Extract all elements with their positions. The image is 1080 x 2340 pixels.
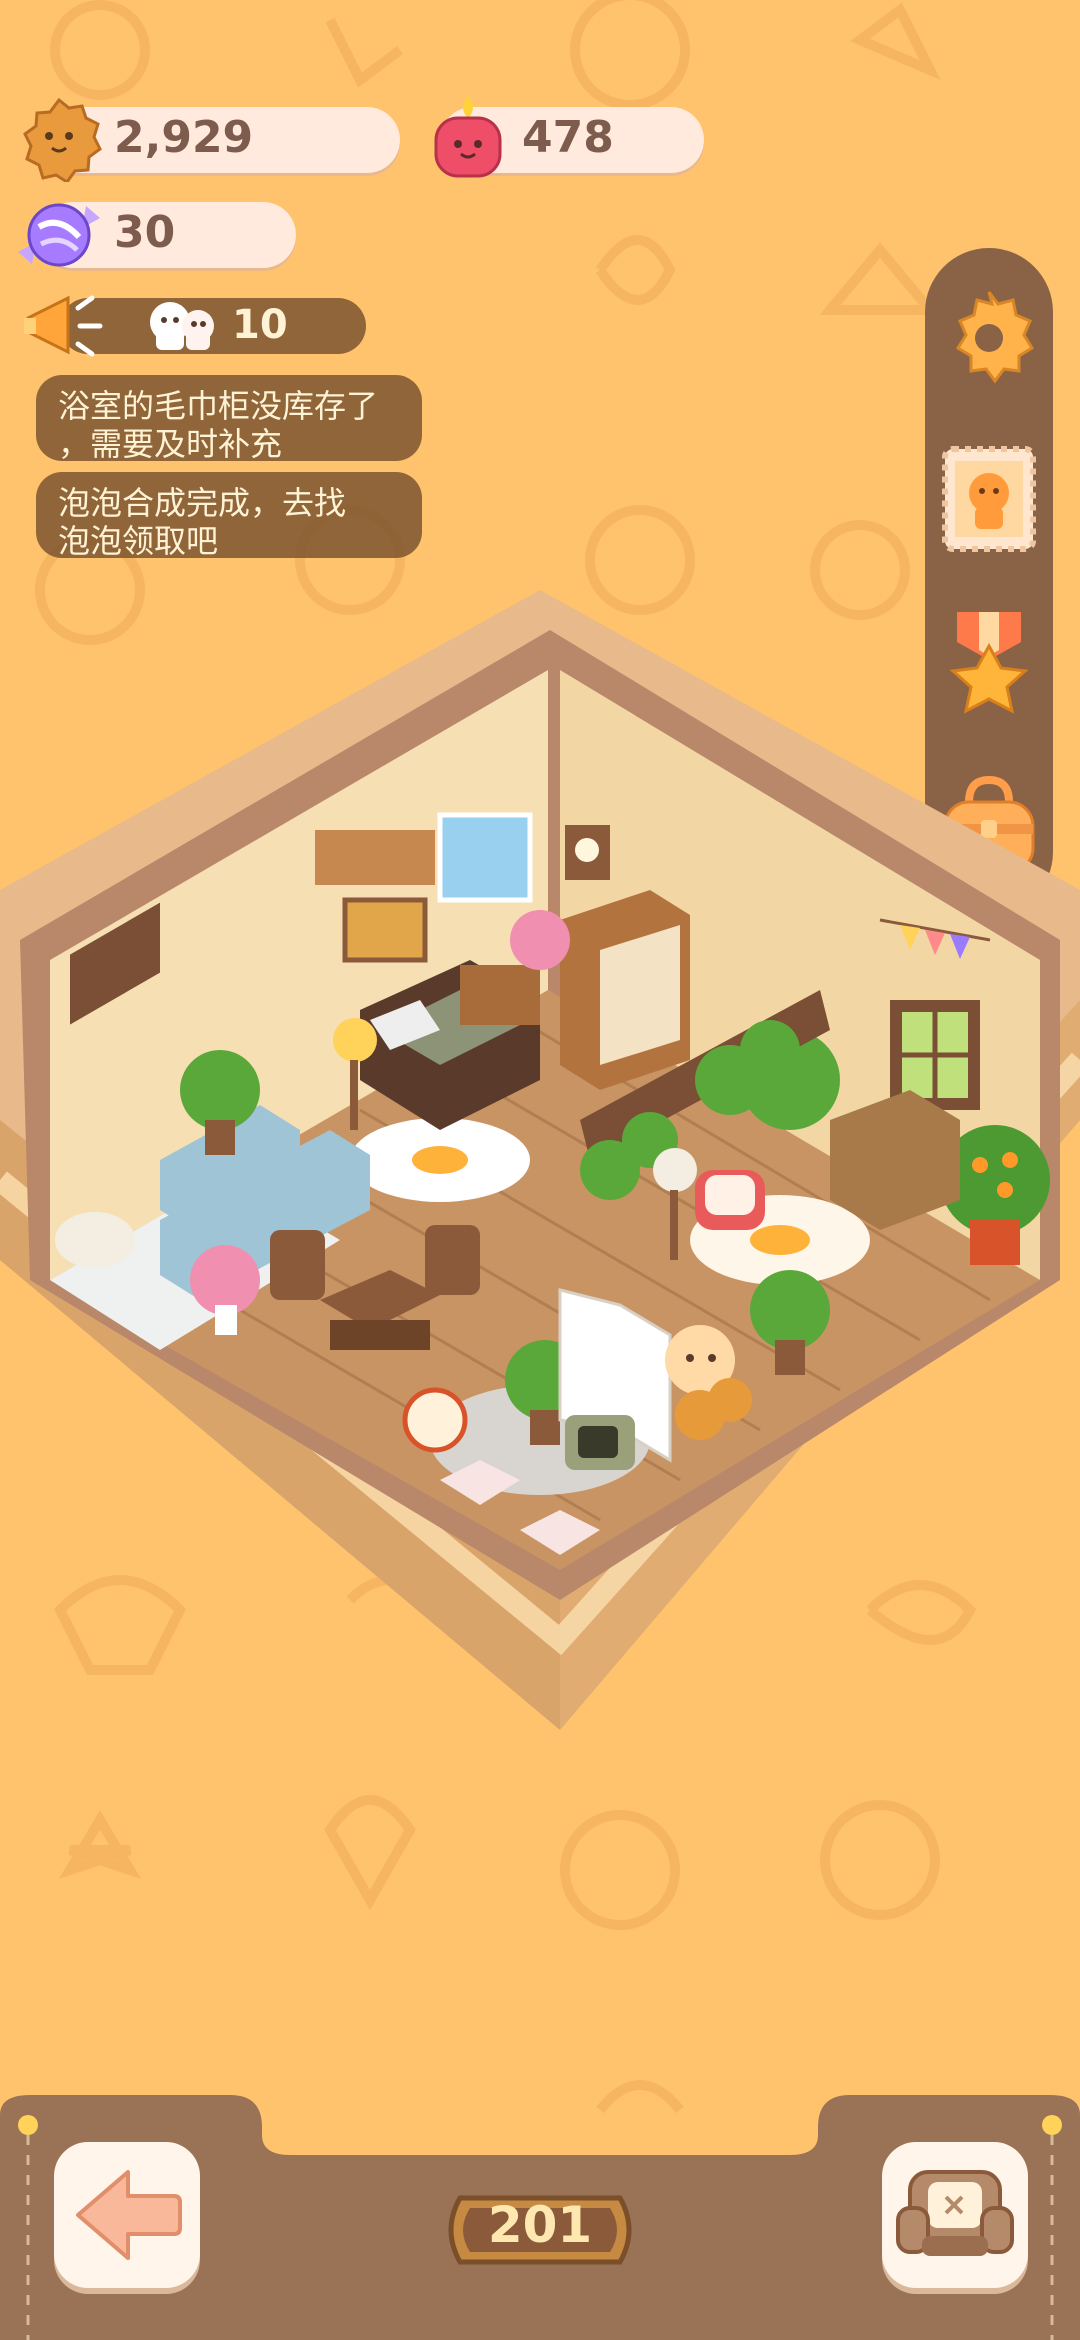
cozy-room-scene[interactable]	[0, 560, 1080, 1760]
floor-lamp-bedroom	[333, 1018, 377, 1062]
character-stamp-icon[interactable]	[935, 445, 1043, 553]
chair-left	[270, 1230, 325, 1300]
red-candle-icon	[434, 96, 502, 178]
purple-candy-icon	[18, 203, 100, 267]
candy-count: 30	[114, 207, 176, 258]
painting-landscape	[342, 897, 428, 963]
furniture-button[interactable]	[882, 2142, 1028, 2288]
cookie-count: 2,929	[114, 112, 254, 163]
back-button[interactable]	[54, 2142, 200, 2288]
notification-1-line-2: ，需要及时补充	[58, 425, 283, 463]
level-number: 201	[487, 2196, 593, 2254]
cookie-face-icon	[23, 97, 102, 182]
toilet	[55, 1212, 135, 1268]
notification-bubble-merge[interactable]: 泡泡合成完成，去找 泡泡领取吧	[36, 472, 422, 560]
floor-lamp-garden	[653, 1148, 697, 1192]
megaphone-icon	[24, 295, 103, 357]
notification-2-line-2: 泡泡领取吧	[58, 522, 219, 560]
notification-towel-cabinet[interactable]: 浴室的毛巾柜没库存了 ，需要及时补充	[36, 375, 422, 463]
ghost-guests-icon	[150, 302, 214, 350]
candle-count: 478	[522, 112, 614, 163]
notification-2-line-1: 泡泡合成完成，去找	[58, 484, 347, 522]
chair-right	[425, 1225, 480, 1295]
arrow-left-icon	[76, 2170, 182, 2260]
nightstand	[460, 965, 540, 1025]
armchair-icon	[896, 2170, 1014, 2256]
painting-boat	[437, 812, 533, 903]
notification-1-line-1: 浴室的毛巾柜没库存了	[58, 387, 379, 425]
guest-count: 10	[232, 302, 288, 348]
settings-gear-icon[interactable]	[935, 282, 1043, 390]
wall-shelf	[315, 830, 435, 885]
desk-fan	[402, 1387, 468, 1453]
